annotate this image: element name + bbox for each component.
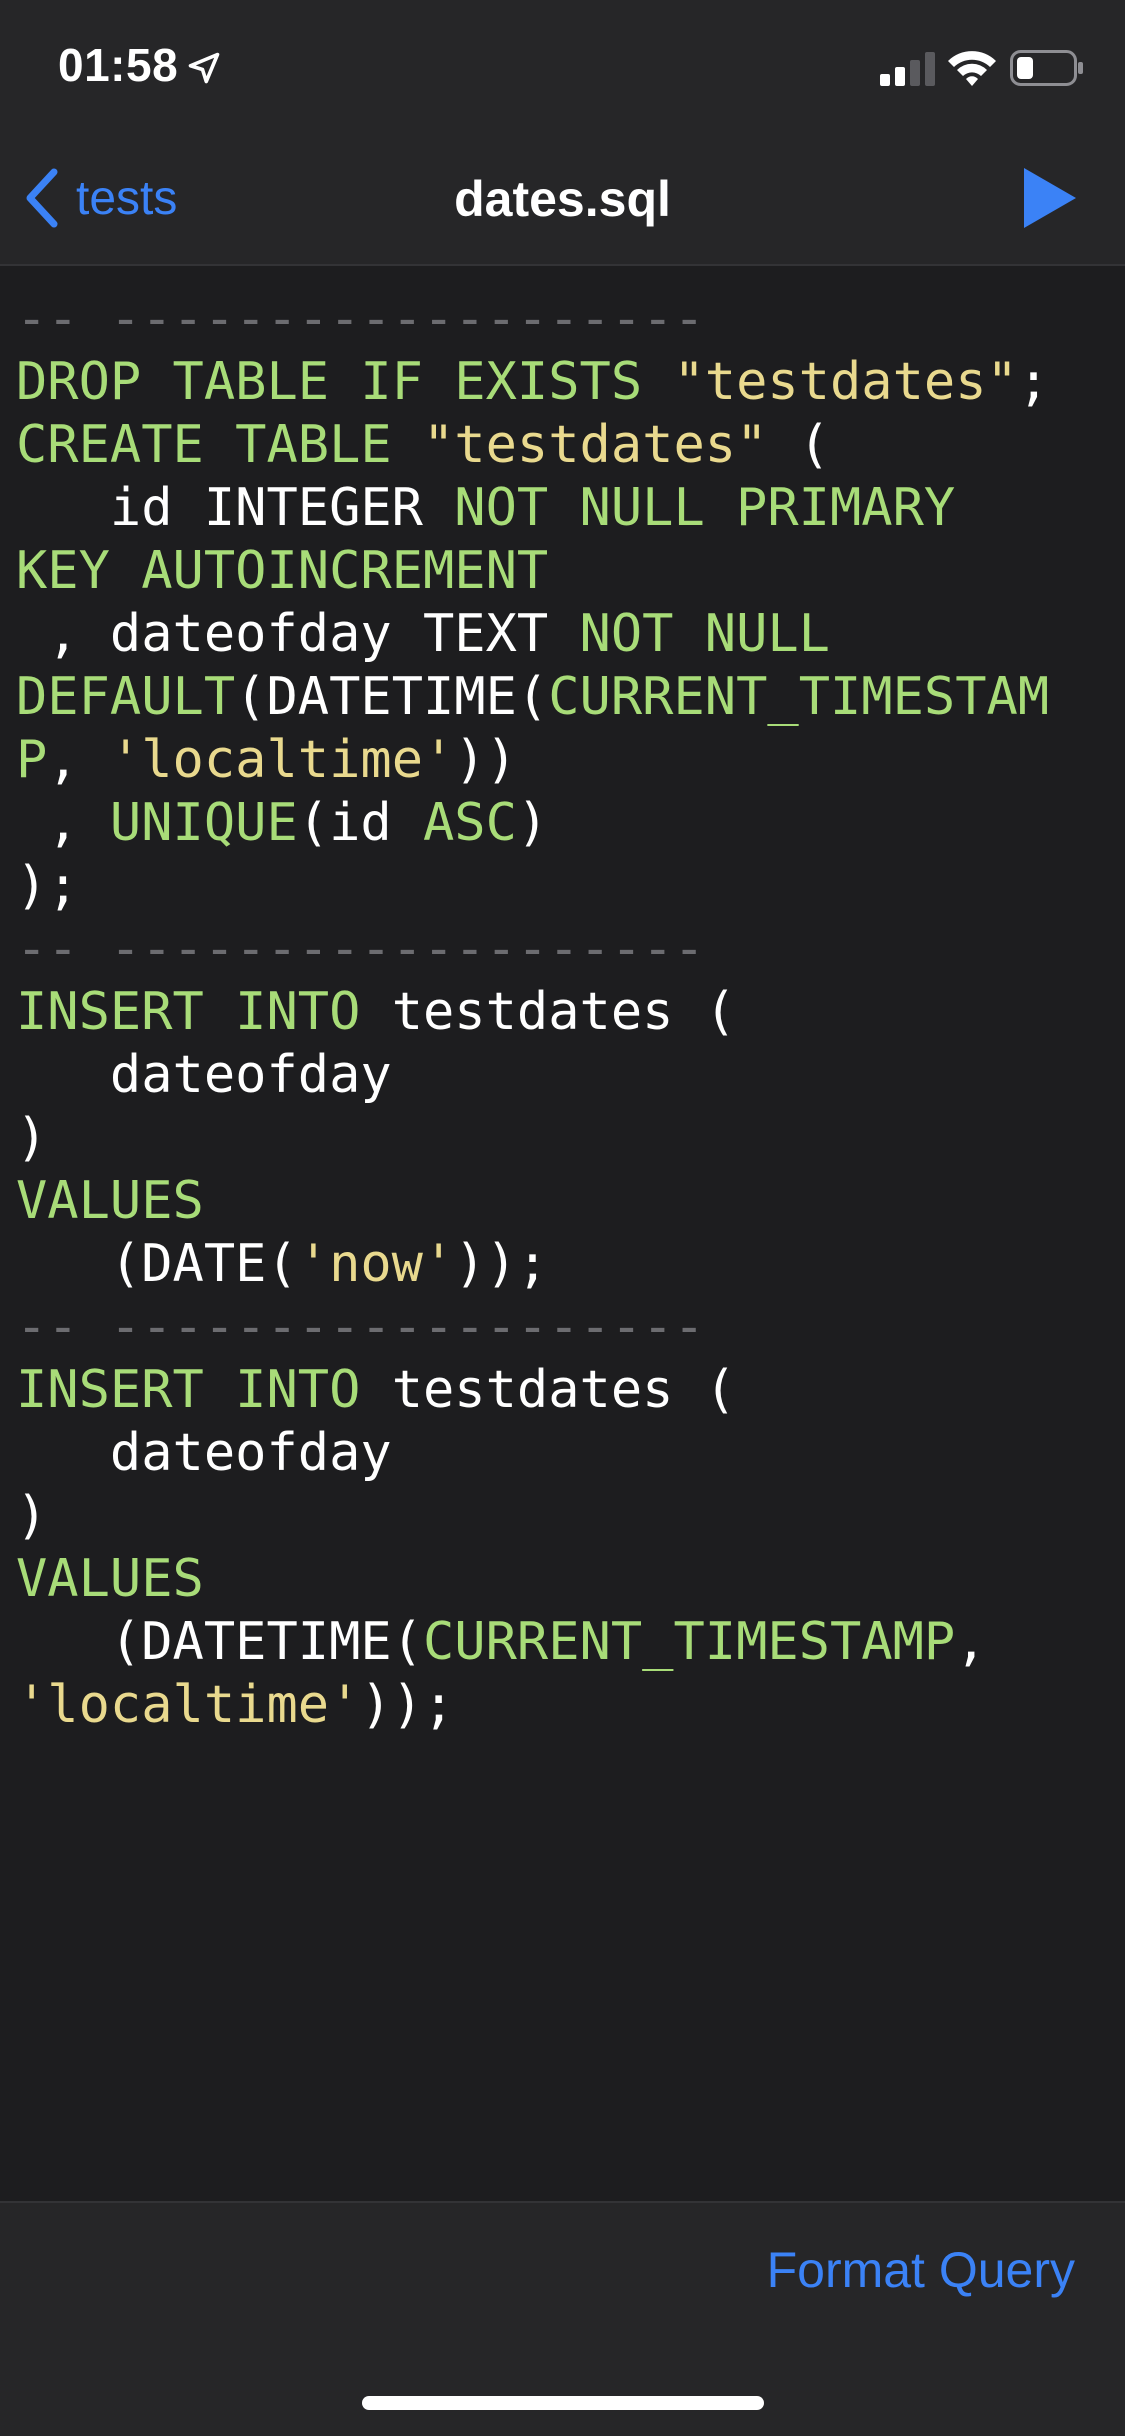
code-token: ( [767, 415, 830, 475]
code-token: UNIQUE [109, 793, 298, 853]
code-token: -- ------------------- [16, 1297, 705, 1357]
sql-editor[interactable]: -- ------------------- DROP TABLE IF EXIS… [0, 268, 1125, 2201]
wifi-icon [948, 51, 996, 86]
code-token: ASC [423, 793, 517, 853]
code-token: CURRENT_TIMESTAMP [423, 1612, 956, 1672]
code-line: -- ------------------- [16, 918, 1125, 981]
code-line: , UNIQUE(id ASC) [16, 792, 1125, 855]
code-line: -- ------------------- [16, 288, 1125, 351]
code-line: (DATE('now')); [16, 1233, 1125, 1296]
code-token: ) [516, 793, 549, 853]
code-line: KEY AUTOINCREMENT [16, 540, 1125, 603]
code-token: (DATETIME( [16, 1612, 423, 1672]
screen: 01:58 tests dates.sql -- ---------------… [0, 0, 1125, 2436]
play-icon[interactable] [1020, 166, 1078, 230]
code-line: VALUES [16, 1170, 1125, 1233]
code-line: dateofday [16, 1422, 1125, 1485]
code-line: ); [16, 855, 1125, 918]
code-token: VALUES [16, 1549, 204, 1609]
code-token: "testdates" [423, 415, 768, 475]
code-token: , [16, 793, 110, 853]
code-token: NOT NULL [579, 604, 830, 664]
code-token: , dateofday TEXT [16, 604, 580, 664]
code-line: (DATETIME(CURRENT_TIMESTAMP, [16, 1611, 1125, 1674]
code-token: 'localtime' [16, 1675, 361, 1735]
code-token: INSERT INTO [16, 982, 392, 1042]
code-token: -- ------------------- [16, 919, 705, 979]
code-line: DROP TABLE IF EXISTS "testdates"; [16, 351, 1125, 414]
code-token: VALUES [16, 1171, 204, 1231]
code-token: "testdates" [673, 352, 1018, 412]
code-token: dateofday [16, 1045, 392, 1105]
code-token: testdates ( [391, 982, 737, 1042]
location-arrow-icon [188, 52, 220, 84]
code-line: INSERT INTO testdates ( [16, 981, 1125, 1044]
status-time: 01:58 [58, 39, 179, 91]
code-line: ) [16, 1107, 1125, 1170]
code-line: VALUES [16, 1548, 1125, 1611]
format-query-button[interactable]: Format Query [767, 2241, 1075, 2299]
code-token: -- ------------------- [16, 289, 705, 349]
code-line: dateofday [16, 1044, 1125, 1107]
code-token: DEFAULT [16, 667, 236, 727]
code-token: KEY AUTOINCREMENT [16, 541, 549, 601]
code-token: 'now' [297, 1234, 455, 1294]
code-line: P, 'localtime')) [16, 729, 1125, 792]
code-token: (DATE( [16, 1234, 298, 1294]
code-token: ) [16, 1486, 48, 1546]
code-token: ) [16, 1108, 48, 1168]
code-line: ) [16, 1485, 1125, 1548]
code-token: INSERT INTO [16, 1360, 392, 1420]
code-token: ); [16, 856, 79, 916]
code-token: )) [454, 730, 517, 790]
code-token: )); [454, 1234, 549, 1294]
cellular-signal-icon [880, 52, 935, 86]
code-token: 'localtime' [109, 730, 455, 790]
code-line: CREATE TABLE "testdates" ( [16, 414, 1125, 477]
code-token: NOT NULL PRIMARY [454, 478, 956, 538]
code-line: INSERT INTO testdates ( [16, 1359, 1125, 1422]
code-token: )); [360, 1675, 455, 1735]
home-indicator [362, 2396, 764, 2410]
code-token: ; [1017, 352, 1050, 412]
code-token: DROP TABLE IF EXISTS [16, 352, 674, 412]
top-bar: 01:58 tests dates.sql [0, 0, 1125, 266]
code-line: id INTEGER NOT NULL PRIMARY [16, 477, 1125, 540]
battery-low-icon [1010, 50, 1083, 86]
code-token: , [47, 730, 110, 790]
code-token: , [955, 1612, 987, 1672]
code-token: CREATE TABLE [16, 415, 423, 475]
code-line: DEFAULT(DATETIME(CURRENT_TIMESTAM [16, 666, 1125, 729]
code-area[interactable]: -- ------------------- DROP TABLE IF EXIS… [16, 288, 1125, 1737]
code-token: (DATETIME( [235, 667, 549, 727]
code-token: testdates ( [391, 1360, 737, 1420]
code-token: dateofday [16, 1423, 392, 1483]
code-line: 'localtime')); [16, 1674, 1125, 1737]
code-line: -- ------------------- [16, 1296, 1125, 1359]
code-token: P [16, 730, 48, 790]
code-token: id INTEGER [16, 478, 455, 538]
code-token: (id [297, 793, 423, 853]
page-title: dates.sql [454, 171, 671, 227]
code-token: CURRENT_TIMESTAM [548, 667, 1050, 727]
code-line: , dateofday TEXT NOT NULL [16, 603, 1125, 666]
